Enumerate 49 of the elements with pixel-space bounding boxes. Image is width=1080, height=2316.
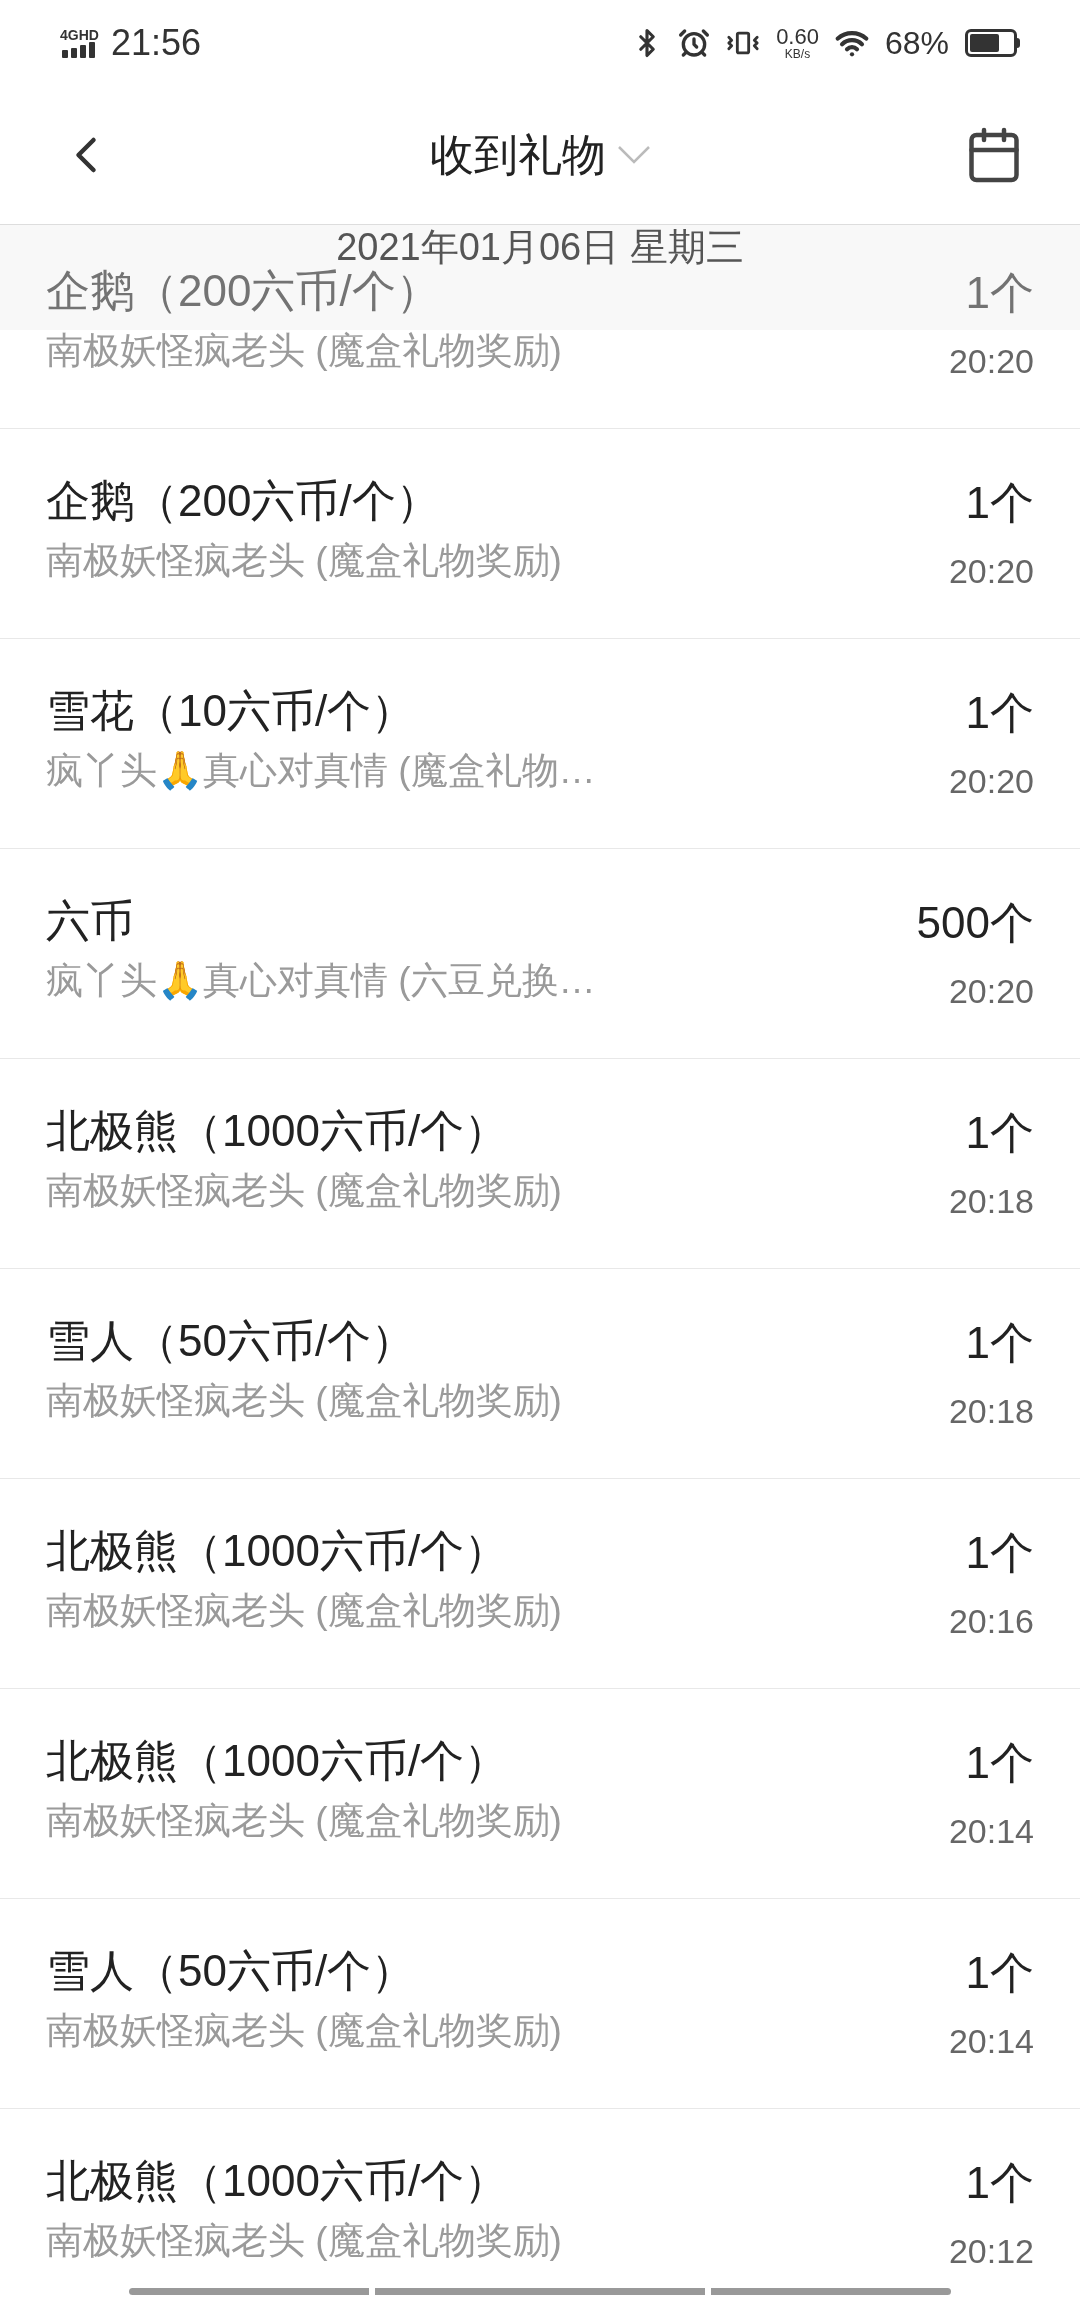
gift-quantity: 1个 [965,687,1034,739]
gift-time: 20:16 [948,1601,1034,1642]
gift-sender: 南极妖怪疯老头 (魔盒礼物奖励) [46,1588,562,1633]
speed-unit: KB/s [784,47,811,60]
gift-name: 六币 [46,898,135,943]
gift-quantity: 1个 [965,267,1034,319]
gift-name: 企鹅（200六币/个） [46,268,441,313]
gift-time: 20:18 [948,1181,1034,1222]
gift-sender: 南极妖怪疯老头 (魔盒礼物奖励) [46,328,562,373]
gift-quantity: 1个 [965,1947,1034,1999]
gift-quantity: 1个 [965,477,1034,529]
clock-time: 21:56 [110,20,201,65]
network-type: 4GHD [60,27,99,42]
gift-time: 20:20 [948,761,1034,802]
gift-quantity: 1个 [965,2157,1034,2209]
gift-quantity: 1个 [965,1737,1034,1789]
caret-icon [618,145,650,164]
gift-name: 北极熊（1000六币/个） [46,1108,510,1153]
gift-name: 企鹅（200六币/个） [46,478,441,523]
gift-name: 北极熊（1000六币/个） [46,1738,510,1783]
gift-name: 雪人（50六币/个） [46,1318,417,1363]
gift-quantity: 500个 [916,897,1034,949]
gift-name: 北极熊（1000六币/个） [46,1528,510,1573]
gift-sender: 南极妖怪疯老头 (魔盒礼物奖励) [46,2218,562,2263]
gift-sender: 疯丫头🙏真心对真情 (魔盒礼物… [46,748,596,793]
battery-icon [965,28,1020,57]
battery-percent: 68% [884,23,949,63]
network-speed: 0.60 [776,25,819,48]
gift-quantity: 1个 [965,1107,1034,1159]
gift-time: 20:20 [948,341,1034,382]
alarm-icon [678,26,711,59]
gift-time: 20:20 [948,551,1034,592]
title-dropdown[interactable]: 收到礼物 [430,121,650,188]
gift-name: 雪花（10六币/个） [46,688,417,733]
gift-sender: 疯丫头🙏真心对真情 (六豆兑换… [46,958,596,1003]
gift-time: 20:14 [948,1811,1034,1852]
gift-name: 雪人（50六币/个） [46,1948,417,1993]
gift-time: 20:14 [948,2021,1034,2062]
gift-time: 20:20 [948,971,1034,1012]
gift-time: 20:18 [948,1391,1034,1432]
gift-name: 北极熊（1000六币/个） [46,2158,510,2203]
gift-quantity: 1个 [965,1527,1034,1579]
gift-sender: 南极妖怪疯老头 (魔盒礼物奖励) [46,538,562,583]
gift-sender: 南极妖怪疯老头 (魔盒礼物奖励) [46,1378,562,1423]
gift-sender: 南极妖怪疯老头 (魔盒礼物奖励) [46,1168,562,1213]
gift-sender: 南极妖怪疯老头 (魔盒礼物奖励) [46,2008,562,2053]
gift-time: 20:12 [948,2231,1034,2272]
gift-quantity: 1个 [965,1317,1034,1369]
gift-sender: 南极妖怪疯老头 (魔盒礼物奖励) [46,1798,562,1843]
